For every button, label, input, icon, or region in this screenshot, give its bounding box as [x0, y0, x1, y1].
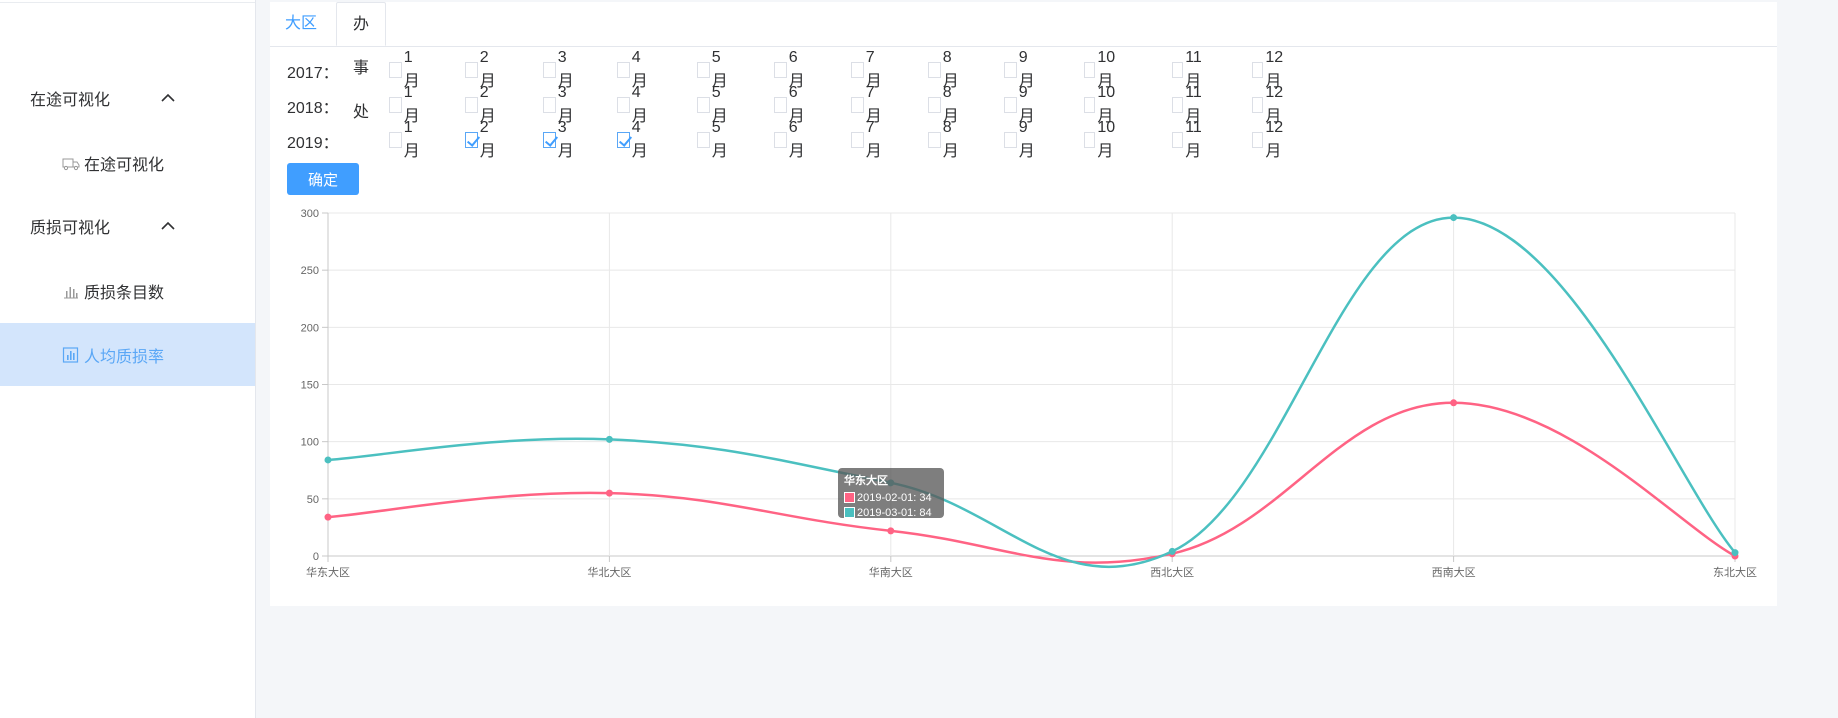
y-tick-label: 150 — [301, 380, 319, 392]
tooltip-row: 2019-02-01: 34 — [857, 491, 932, 504]
data-point — [324, 456, 332, 464]
data-point — [1168, 547, 1176, 555]
x-tick-label: 西南大区 — [1432, 565, 1476, 579]
data-point — [1731, 549, 1739, 557]
data-point — [1450, 399, 1458, 407]
y-tick-label: 50 — [307, 494, 319, 506]
chart-box-icon — [62, 347, 79, 363]
x-tick-label: 西北大区 — [1150, 565, 1194, 579]
data-point — [887, 527, 895, 535]
data-point — [1450, 214, 1458, 222]
line-chart: 050100150200250300华东大区 华北大区 华南大区 西北大区 西南大区 东北… — [301, 208, 1757, 579]
x-tick-label: 华南大区 — [869, 565, 913, 579]
y-tick-label: 100 — [301, 437, 319, 449]
main-panel: 大区 办事处 2017： 1月 2月 3月 4月 5月 6月 7月 8月 9月 10月 11月 12月 2… — [270, 2, 1777, 606]
y-tick-label: 250 — [301, 265, 319, 277]
divider — [0, 2, 255, 3]
chevron-up-icon — [161, 221, 175, 230]
truck-icon — [62, 158, 80, 171]
legend-swatch — [844, 507, 855, 518]
menu-group-transit[interactable]: 在途可视化 — [0, 68, 255, 128]
chevron-up-icon — [161, 93, 175, 102]
sidebar: 在途可视化 在途可视化 质损可视化 质损条目数 人均质损率 — [0, 0, 256, 718]
x-tick-label: 华东大区 — [306, 565, 350, 579]
legend-swatch — [844, 492, 855, 503]
y-tick-label: 0 — [313, 551, 319, 563]
sidebar-item-label: 在途可视化 — [84, 157, 165, 174]
sidebar-item-damage-rate[interactable]: 人均质损率 — [0, 323, 255, 386]
sidebar-item-damage-count[interactable]: 质损条目数 — [0, 259, 255, 322]
tooltip-title: 华东大区 — [844, 475, 888, 487]
chart-tooltip: 华东大区 2019-02-01: 34 2019-03-01: 84 — [838, 468, 944, 519]
y-tick-label: 300 — [301, 208, 319, 220]
x-tick-label: 华北大区 — [587, 565, 631, 579]
sidebar-item-label: 人均质损率 — [84, 349, 165, 366]
tooltip-row: 2019-03-01: 84 — [857, 506, 932, 519]
menu-group-damage[interactable]: 质损可视化 — [0, 196, 255, 256]
y-tick-label: 200 — [301, 322, 319, 334]
series-line-1 — [327, 401, 1736, 564]
bar-chart-icon — [64, 287, 78, 299]
menu-group-label: 在途可视化 — [30, 92, 111, 109]
data-point — [324, 513, 332, 521]
x-tick-label: 东北大区 — [1713, 565, 1757, 579]
sidebar-item-label: 质损条目数 — [84, 285, 165, 302]
menu-group-label: 质损可视化 — [30, 220, 111, 237]
sidebar-item-transit[interactable]: 在途可视化 — [0, 131, 255, 194]
data-point — [605, 435, 613, 443]
data-point — [605, 489, 613, 497]
